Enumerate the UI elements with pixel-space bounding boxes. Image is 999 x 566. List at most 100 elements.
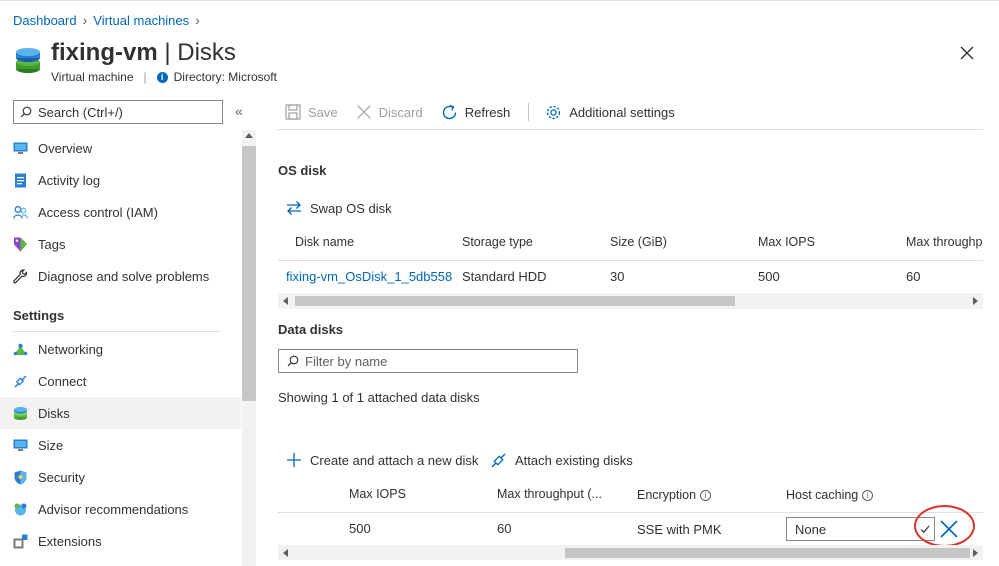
search-icon <box>20 106 32 118</box>
collapse-sidebar-icon[interactable]: « <box>235 103 243 119</box>
os-disk-horizontal-scrollbar[interactable] <box>278 293 983 309</box>
sidebar-item-label: Networking <box>38 341 104 357</box>
close-icon[interactable] <box>957 43 977 63</box>
attach-existing-disks-button[interactable]: Attach existing disks <box>490 452 633 469</box>
sidebar-scrollbar-thumb[interactable] <box>242 146 256 401</box>
os-disk-max-iops: 500 <box>758 269 780 284</box>
col-size[interactable]: Size (GiB) <box>610 235 667 249</box>
monitor-icon <box>13 142 28 154</box>
os-disk-link[interactable]: fixing-vm_OsDisk_1_5db558 <box>286 269 452 284</box>
command-bar: Save Discard Refresh Additional settings <box>285 101 693 123</box>
additional-settings-button[interactable]: Additional settings <box>545 104 675 121</box>
os-disk-size: 30 <box>610 269 625 284</box>
breadcrumb-dashboard[interactable]: Dashboard <box>13 13 77 28</box>
info-icon: i <box>156 71 168 83</box>
chevron-right-icon: › <box>195 12 200 28</box>
sidebar-item-advisor[interactable]: Advisor recommendations <box>0 493 241 525</box>
swap-os-disk-button[interactable]: Swap OS disk <box>286 200 392 216</box>
breadcrumb-virtual-machines[interactable]: Virtual machines <box>93 13 189 28</box>
info-icon[interactable]: i <box>700 489 712 501</box>
refresh-icon <box>442 104 456 119</box>
sidebar-item-diagnose[interactable]: Diagnose and solve problems <box>0 260 241 292</box>
scroll-right-icon[interactable] <box>973 549 978 557</box>
search-placeholder: Search (Ctrl+/) <box>38 104 123 120</box>
create-attach-disk-button[interactable]: Create and attach a new disk <box>286 452 478 468</box>
discard-button[interactable]: Discard <box>356 104 423 120</box>
sidebar-item-networking[interactable]: Networking <box>0 333 241 365</box>
showing-count-text: Showing 1 of 1 attached data disks <box>278 390 480 405</box>
data-disk-max-throughput: 60 <box>497 521 512 536</box>
search-icon <box>287 355 299 367</box>
extension-icon <box>13 534 28 548</box>
swap-os-disk-label: Swap OS disk <box>310 200 392 216</box>
sidebar-item-label: Disks <box>38 405 70 421</box>
scroll-up-icon[interactable] <box>245 133 253 138</box>
os-disk-scroll-thumb[interactable] <box>295 296 735 306</box>
sidebar-item-label: Advisor recommendations <box>38 501 189 517</box>
col-max-throughput[interactable]: Max throughp <box>906 235 983 249</box>
sidebar-item-tags[interactable]: Tags <box>0 228 241 260</box>
col-data-max-iops[interactable]: Max IOPS <box>349 487 406 501</box>
sidebar-item-size[interactable]: Size <box>0 429 241 461</box>
scroll-left-icon[interactable] <box>283 297 288 305</box>
col-host-caching-label: Host caching <box>786 488 859 502</box>
wrench-icon <box>13 268 28 283</box>
data-disk-max-iops: 500 <box>349 521 371 536</box>
os-disk-max-throughput: 60 <box>906 269 921 284</box>
log-icon <box>15 173 26 187</box>
filter-by-name-input[interactable]: Filter by name <box>278 349 578 373</box>
save-label: Save <box>308 104 338 120</box>
col-encryption-label: Encryption <box>637 488 697 502</box>
toolbar-divider <box>528 103 530 121</box>
sidebar-item-activity-log[interactable]: Activity log <box>0 164 241 196</box>
plus-icon <box>287 453 301 467</box>
additional-settings-label: Additional settings <box>569 104 675 120</box>
data-disk-horizontal-scrollbar[interactable] <box>278 545 983 560</box>
sidebar-item-access-control[interactable]: Access control (IAM) <box>0 196 241 228</box>
scroll-right-icon[interactable] <box>973 297 978 305</box>
sidebar-item-overview[interactable]: Overview <box>0 132 241 164</box>
refresh-button[interactable]: Refresh <box>441 104 510 121</box>
page-name: Disks <box>177 39 236 66</box>
col-storage-type[interactable]: Storage type <box>462 235 533 249</box>
sidebar-item-label: Connect <box>38 373 87 389</box>
search-input[interactable]: Search (Ctrl+/) <box>13 100 223 124</box>
filter-placeholder: Filter by name <box>305 353 388 369</box>
data-grid-header-divider <box>278 512 983 513</box>
col-max-iops[interactable]: Max IOPS <box>758 235 815 249</box>
os-disk-heading: OS disk <box>278 163 327 178</box>
shield-icon <box>14 470 27 484</box>
toolbar-divider-line <box>277 129 983 130</box>
sidebar-item-extensions[interactable]: Extensions <box>0 525 241 557</box>
page-subtitle: Virtual machine | i Directory: Microsoft <box>51 70 277 84</box>
sidebar-item-label: Extensions <box>38 533 102 549</box>
network-icon <box>13 343 28 355</box>
save-button[interactable]: Save <box>285 104 338 120</box>
sidebar-item-disks[interactable]: Disks <box>0 397 241 429</box>
host-caching-select[interactable]: None <box>786 517 935 541</box>
sidebar-item-connect[interactable]: Connect <box>0 365 241 397</box>
swap-icon <box>287 201 301 215</box>
data-disk-scroll-thumb[interactable] <box>565 548 970 558</box>
col-data-max-throughput[interactable]: Max throughput (... <box>497 487 602 501</box>
col-host-caching[interactable]: Host caching i <box>786 488 874 502</box>
section-divider <box>13 331 221 332</box>
sidebar-item-label: Access control (IAM) <box>38 204 158 220</box>
sidebar-item-label: Security <box>38 469 85 485</box>
tag-icon <box>14 237 27 251</box>
attach-icon <box>491 453 506 468</box>
save-icon <box>285 104 301 120</box>
col-encryption[interactable]: Encryption i <box>637 488 712 502</box>
disk-icon <box>14 406 27 420</box>
sidebar-item-security[interactable]: Security <box>0 461 241 493</box>
scroll-left-icon[interactable] <box>283 549 288 557</box>
data-disks-heading: Data disks <box>278 322 344 337</box>
resource-type: Virtual machine <box>51 70 134 84</box>
subtitle-divider: | <box>143 70 147 84</box>
info-icon[interactable]: i <box>862 489 874 501</box>
chevron-right-icon: › <box>82 12 88 28</box>
advisor-icon <box>14 503 27 515</box>
col-disk-name[interactable]: Disk name <box>295 235 354 249</box>
title-separator: | <box>164 39 171 66</box>
host-caching-value: None <box>795 521 827 537</box>
